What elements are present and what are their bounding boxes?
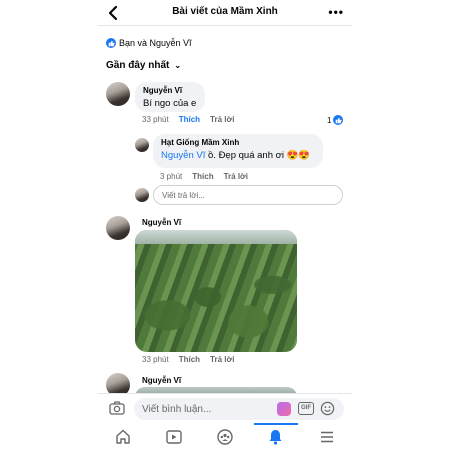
menu-icon[interactable] <box>315 426 339 448</box>
sort-label: Gần đây nhất <box>106 60 170 71</box>
notifications-icon[interactable] <box>253 422 298 448</box>
comment-actions: 33 phút Thích Trả lời <box>142 355 234 364</box>
comment-input[interactable]: Viết bình luận... GIF <box>134 398 344 420</box>
sort-dropdown[interactable]: Gần đây nhất ⌄ <box>106 60 181 71</box>
reactions-text: Bạn và Nguyễn Vĩ <box>119 38 192 48</box>
reply-actions: 3 phút Thích Trả lời <box>160 172 248 181</box>
chevron-down-icon: ⌄ <box>174 61 182 70</box>
reactions-summary[interactable]: Bạn và Nguyễn Vĩ <box>106 38 192 48</box>
comment-like-count[interactable]: 1 <box>327 115 346 125</box>
video-icon[interactable] <box>162 426 186 448</box>
comment-text: Bí ngo của e <box>143 98 197 109</box>
page-title: Bài viết của Mầm Xinh <box>172 6 278 17</box>
reply-placeholder: Viết trả lời... <box>162 190 205 200</box>
like-button[interactable]: Thích <box>179 115 200 124</box>
bottom-nav <box>98 422 352 450</box>
home-icon[interactable] <box>111 426 135 448</box>
like-button[interactable]: Thích <box>192 172 213 181</box>
comment-bubble: Nguyễn Vĩ Bí ngo của e <box>135 82 205 112</box>
reply-body: ồ. Đẹp quá anh ơi 😍😍 <box>205 150 311 161</box>
more-options-icon[interactable]: ••• <box>328 5 344 19</box>
mention-link[interactable]: Nguyễn Vĩ <box>161 150 205 161</box>
comments-screen: Bài viết của Mầm Xinh ••• Bạn và Nguyễn … <box>98 0 352 450</box>
gif-icon[interactable]: GIF <box>298 402 314 415</box>
reply-button[interactable]: Trả lời <box>210 115 234 124</box>
comment-author[interactable]: Nguyễn Vĩ <box>142 218 181 227</box>
like-count-value: 1 <box>327 115 332 125</box>
like-reaction-icon <box>333 115 344 125</box>
reply-button[interactable]: Trả lời <box>210 355 234 364</box>
camera-icon[interactable] <box>109 401 125 415</box>
reply-text: Nguyễn Vĩ ồ. Đẹp quá anh ơi 😍😍 <box>161 150 315 161</box>
sticker-icon[interactable] <box>277 402 291 416</box>
reply-bubble: Hạt Giống Mầm Xinh Nguyễn Vĩ ồ. Đẹp quá … <box>153 134 323 168</box>
top-bar: Bài viết của Mầm Xinh ••• <box>98 0 352 26</box>
comment-time: 33 phút <box>142 355 169 364</box>
comment-author[interactable]: Nguyễn Vĩ <box>143 86 197 95</box>
comment-placeholder: Viết bình luận... <box>142 404 212 415</box>
reply-time: 3 phút <box>160 172 183 181</box>
comment-author[interactable]: Nguyễn Vĩ <box>142 376 181 385</box>
reply-input[interactable]: Viết trả lời... <box>153 185 343 205</box>
reply-button[interactable]: Trả lời <box>224 172 248 181</box>
comment-composer: Viết bình luận... GIF <box>98 393 352 423</box>
emoji-icon[interactable] <box>320 401 335 416</box>
comment-actions: 33 phút Thích Trả lời <box>142 115 234 124</box>
like-button[interactable]: Thích <box>179 355 200 364</box>
avatar[interactable] <box>135 138 149 152</box>
avatar[interactable] <box>106 216 130 240</box>
groups-icon[interactable] <box>213 426 237 448</box>
like-reaction-icon <box>106 38 116 48</box>
avatar[interactable] <box>106 82 130 106</box>
comment-time: 33 phút <box>142 115 169 124</box>
reply-author[interactable]: Hạt Giống Mầm Xinh <box>161 138 315 147</box>
avatar <box>135 188 149 202</box>
comment-photo[interactable] <box>135 230 297 352</box>
